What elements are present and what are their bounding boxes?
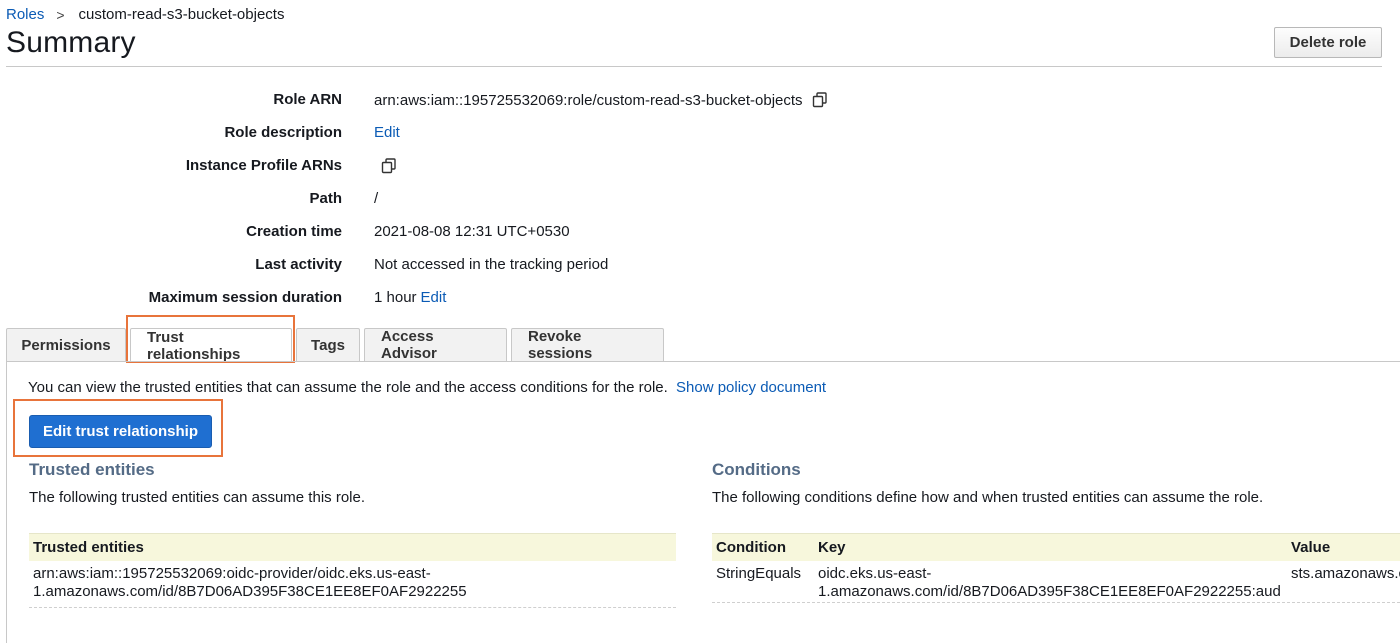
last-activity-label: Last activity [255, 256, 342, 273]
role-description-label: Role description [224, 124, 342, 141]
role-arn-value: arn:aws:iam::195725532069:role/custom-re… [374, 91, 803, 109]
delete-role-button[interactable]: Delete role [1274, 27, 1382, 58]
summary-row-creation-time: Creation time 2021-08-08 12:31 UTC+0530 [0, 216, 1000, 249]
tab-trust-relationships[interactable]: Trust relationships [130, 328, 292, 363]
edit-trust-relationship-button[interactable]: Edit trust relationship [29, 415, 212, 448]
key-line-1: oidc.eks.us-east- [818, 565, 932, 582]
trusted-entities-table: Trusted entities arn:aws:iam::1957255320… [29, 533, 676, 608]
tab-access-advisor[interactable]: Access Advisor [364, 328, 507, 362]
value-column-header: Value [1291, 539, 1331, 556]
condition-cell: StringEquals [716, 565, 802, 582]
max-session-label: Maximum session duration [148, 289, 342, 306]
role-description-edit-link[interactable]: Edit [374, 124, 400, 141]
summary-row-last-activity: Last activity Not accessed in the tracki… [0, 249, 1000, 282]
copy-icon[interactable] [811, 91, 829, 109]
conditions-table-header: Condition Key Value [712, 533, 1400, 561]
trust-intro-text: You can view the trusted entities that c… [28, 379, 668, 396]
summary-row-max-session: Maximum session duration 1 hour Edit [0, 282, 1000, 315]
instance-profile-label: Instance Profile ARNs [185, 157, 342, 174]
trusted-entities-column-header: Trusted entities [33, 539, 144, 556]
condition-column-header: Condition [716, 539, 786, 556]
show-policy-document-link[interactable]: Show policy document [676, 379, 826, 396]
trusted-entity-line-2: 1.amazonaws.com/id/8B7D06AD395F38CE1EE8E… [33, 583, 467, 600]
page-title: Summary [6, 26, 136, 59]
role-summary: Role ARN arn:aws:iam::195725532069:role/… [0, 84, 1000, 315]
conditions-desc: The following conditions define how and … [712, 489, 1264, 506]
path-value: / [374, 190, 379, 207]
creation-time-label: Creation time [246, 223, 342, 240]
table-row: arn:aws:iam::195725532069:oidc-provider/… [29, 561, 676, 608]
tab-revoke-sessions[interactable]: Revoke sessions [511, 328, 664, 362]
title-divider [6, 66, 1382, 67]
role-tabs: Permissions Trust relationships Tags Acc… [6, 328, 664, 363]
key-line-2: 1.amazonaws.com/id/8B7D06AD395F38CE1EE8E… [818, 583, 1281, 600]
breadcrumb-current: custom-read-s3-bucket-objects [78, 6, 285, 23]
trusted-entities-table-header: Trusted entities [29, 533, 676, 561]
key-cell: oidc.eks.us-east- 1.amazonaws.com/id/8B7… [814, 565, 1281, 601]
creation-time-value: 2021-08-08 12:31 UTC+0530 [374, 223, 570, 240]
trusted-entity-line-1: arn:aws:iam::195725532069:oidc-provider/… [33, 565, 431, 582]
trusted-entity-cell: arn:aws:iam::195725532069:oidc-provider/… [29, 565, 467, 601]
breadcrumb-roles-link[interactable]: Roles [6, 6, 44, 23]
breadcrumb: Roles > custom-read-s3-bucket-objects [6, 6, 284, 23]
summary-row-path: Path / [0, 183, 1000, 216]
path-label: Path [309, 190, 342, 207]
max-session-value: 1 hour [374, 289, 417, 306]
role-arn-label: Role ARN [273, 91, 342, 108]
copy-icon[interactable] [380, 157, 398, 175]
conditions-table: Condition Key Value StringEquals oidc.ek… [712, 533, 1400, 603]
summary-row-role-arn: Role ARN arn:aws:iam::195725532069:role/… [0, 84, 1000, 117]
conditions-title: Conditions [712, 460, 801, 479]
table-row: StringEquals oidc.eks.us-east- 1.amazona… [712, 561, 1400, 603]
tab-tags[interactable]: Tags [296, 328, 360, 361]
breadcrumb-separator: > [56, 6, 65, 23]
value-cell: sts.amazonaws.com [1291, 565, 1400, 582]
trusted-entities-title: Trusted entities [29, 460, 155, 479]
last-activity-value: Not accessed in the tracking period [374, 256, 609, 273]
key-column-header: Key [818, 539, 846, 556]
summary-row-role-description: Role description Edit [0, 117, 1000, 150]
max-session-edit-link[interactable]: Edit [421, 289, 447, 306]
trust-intro: You can view the trusted entities that c… [28, 379, 826, 396]
summary-row-instance-profile: Instance Profile ARNs [0, 150, 1000, 183]
tab-permissions[interactable]: Permissions [6, 328, 126, 361]
trusted-entities-desc: The following trusted entities can assum… [29, 489, 365, 506]
